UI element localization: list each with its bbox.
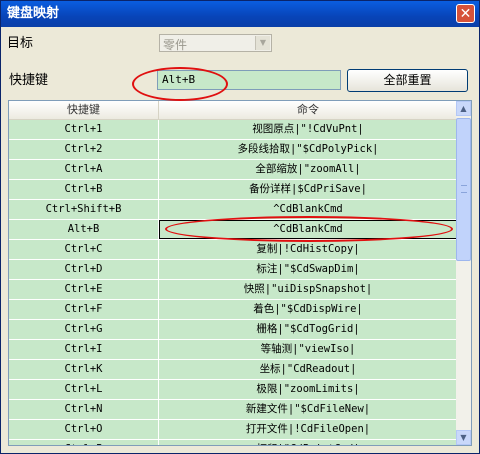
command-cell: 栅格|"$CdTogGrid| xyxy=(256,323,360,335)
close-button[interactable]: ✕ xyxy=(456,4,475,23)
shortcut-cell: Ctrl+E xyxy=(9,280,159,299)
command-cell: 备份详样|$CdPriSave| xyxy=(249,183,367,195)
shortcut-cell: Ctrl+Shift+B xyxy=(9,200,159,219)
scrollbar-thumb[interactable] xyxy=(456,118,471,261)
shortcut-cell: Ctrl+B xyxy=(9,180,159,199)
column-header-shortcut[interactable]: 快捷键 xyxy=(9,101,159,119)
table-row[interactable]: Ctrl+C 复制|!CdHistCopy| xyxy=(9,240,457,260)
command-cell: 新建文件|"$CdFileNew| xyxy=(245,403,371,415)
shortcut-cell: Ctrl+F xyxy=(9,300,159,319)
command-cell: 快照|"uiDispSnapshot| xyxy=(243,283,373,295)
shortcut-cell: Ctrl+G xyxy=(9,320,159,339)
table-row[interactable]: Ctrl+L 极限|"zoomLimits| xyxy=(9,380,457,400)
shortcut-cell: Ctrl+N xyxy=(9,400,159,419)
reset-all-button[interactable]: 全部重置 xyxy=(347,69,468,92)
list-rows: Ctrl+1 视图原点|"!CdVuPnt| Ctrl+2 多段线拾取|"$CdPol… xyxy=(9,120,457,445)
shortcut-cell: Ctrl+P xyxy=(9,440,159,445)
scroll-up-button[interactable]: ▲ xyxy=(456,101,471,116)
command-cell: 全部缩放|"zoomAll| xyxy=(255,163,361,175)
shortcut-cell: Ctrl+C xyxy=(9,240,159,259)
command-cell: 等轴测|"viewIso| xyxy=(260,343,356,355)
command-cell: 极限|"zoomLimits| xyxy=(256,383,360,395)
command-cell: 标注|"$CdSwapDim| xyxy=(256,263,360,275)
shortcut-cell: Ctrl+D xyxy=(9,260,159,279)
command-cell: 打印|"CdPrintCmd| xyxy=(159,440,457,445)
title-bar[interactable]: 键盘映射 ✕ xyxy=(1,1,479,27)
table-row[interactable]: Ctrl+N 新建文件|"$CdFileNew| xyxy=(9,400,457,420)
shortcut-cell: Ctrl+I xyxy=(9,340,159,359)
target-combo-value: 零件 xyxy=(163,38,188,52)
list-header: 快捷键 命令 xyxy=(9,101,457,120)
shortcut-label: 快捷键 xyxy=(9,73,49,88)
table-row[interactable]: Ctrl+I 等轴测|"viewIso| xyxy=(9,340,457,360)
table-row[interactable]: Ctrl+P打印|"CdPrintCmd| xyxy=(9,440,457,445)
window-title: 键盘映射 xyxy=(7,6,60,21)
table-row[interactable]: Ctrl+K 坐标|"CdReadout| xyxy=(9,360,457,380)
vertical-scrollbar[interactable]: ▲ ▼ xyxy=(456,101,471,445)
shortcut-cell: Ctrl+2 xyxy=(9,140,159,159)
shortcut-cell: Ctrl+L xyxy=(9,380,159,399)
command-cell: 多段线拾取|"$CdPolyPick| xyxy=(237,143,379,155)
table-row[interactable]: Ctrl+1 视图原点|"!CdVuPnt| xyxy=(9,120,457,140)
chevron-down-icon: ▼ xyxy=(255,36,270,50)
table-row[interactable]: Ctrl+G 栅格|"$CdTogGrid| xyxy=(9,320,457,340)
table-row[interactable]: Ctrl+A 全部缩放|"zoomAll| xyxy=(9,160,457,180)
command-cell: 坐标|"CdReadout| xyxy=(259,363,357,375)
column-header-command[interactable]: 命令 xyxy=(159,101,457,119)
keymap-dialog: 键盘映射 ✕ 目标 零件 ▼ 快捷键 Alt+B 全部重置 快捷键 命令 Ctr… xyxy=(0,0,480,454)
table-row[interactable]: Ctrl+E 快照|"uiDispSnapshot| xyxy=(9,280,457,300)
annotation-oval xyxy=(165,216,453,242)
table-row[interactable]: Ctrl+O 打开文件|!CdFileOpen| xyxy=(9,420,457,440)
table-row[interactable]: Ctrl+2 多段线拾取|"$CdPolyPick| xyxy=(9,140,457,160)
shortcut-cell: Ctrl+O xyxy=(9,420,159,439)
shortcut-cell: Alt+B xyxy=(9,220,159,239)
command-cell: 复制|!CdHistCopy| xyxy=(256,243,360,255)
scroll-down-button[interactable]: ▼ xyxy=(456,430,471,445)
annotation-oval xyxy=(132,67,228,101)
command-cell: 着色|"$CdDispWire| xyxy=(253,303,363,315)
command-cell: 打开文件|!CdFileOpen| xyxy=(245,423,371,435)
keymap-list[interactable]: 快捷键 命令 Ctrl+1 视图原点|"!CdVuPnt| Ctrl+2 多段线拾取|… xyxy=(8,100,472,446)
target-label: 目标 xyxy=(7,36,34,51)
table-row[interactable]: Ctrl+B 备份详样|$CdPriSave| xyxy=(9,180,457,200)
grip-icon xyxy=(461,185,467,193)
shortcut-cell: Ctrl+A xyxy=(9,160,159,179)
target-combo: 零件 ▼ xyxy=(159,34,272,52)
shortcut-cell: Ctrl+K xyxy=(9,360,159,379)
shortcut-cell: Ctrl+1 xyxy=(9,120,159,139)
table-row[interactable]: Ctrl+F 着色|"$CdDispWire| xyxy=(9,300,457,320)
table-row[interactable]: Ctrl+D 标注|"$CdSwapDim| xyxy=(9,260,457,280)
command-cell: 视图原点|"!CdVuPnt| xyxy=(252,123,364,135)
